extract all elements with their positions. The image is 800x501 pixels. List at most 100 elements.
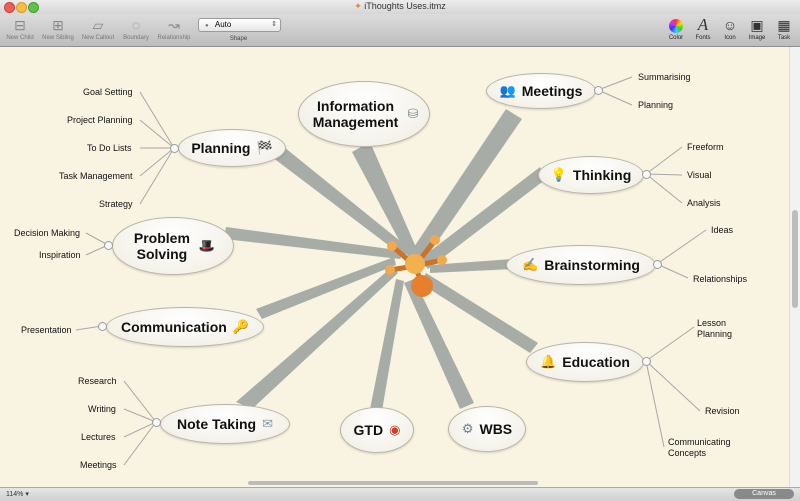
link-communicating-concepts xyxy=(645,360,665,448)
leaf-to-do-lists[interactable]: To Do Lists xyxy=(87,143,132,153)
collapse-problem-solving-toggle[interactable] xyxy=(104,241,113,250)
collapse-brainstorming-toggle[interactable] xyxy=(653,260,662,269)
node-communication-label: Communication xyxy=(121,319,227,335)
canvas-mode-label: Canvas xyxy=(752,490,776,497)
leaf-communicating-concepts-label: Communicating Concepts xyxy=(668,437,731,458)
leaf-writing-label: Writing xyxy=(88,404,116,414)
leaf-revision-label: Revision xyxy=(705,406,740,416)
mindmap-canvas[interactable]: Information Management ⛁ 👥 Meetings Summ… xyxy=(0,47,790,487)
leaf-summarising[interactable]: Summarising xyxy=(638,72,691,82)
link-meetings-note xyxy=(123,421,157,466)
node-thinking[interactable]: 💡 Thinking xyxy=(538,156,644,194)
node-information-management[interactable]: Information Management ⛁ xyxy=(298,81,430,147)
pencil-icon: ✍ xyxy=(522,257,539,272)
window-title: ✦ iThoughts Uses.itmz xyxy=(0,1,800,12)
leaf-summarising-label: Summarising xyxy=(638,72,691,82)
node-wbs[interactable]: ⚙ WBS xyxy=(448,406,526,452)
document-icon: ✦ xyxy=(354,1,362,11)
central-node[interactable] xyxy=(378,226,452,300)
leaf-decision-making[interactable]: Decision Making xyxy=(14,228,80,238)
leaf-freeform[interactable]: Freeform xyxy=(687,142,724,152)
new-callout-button[interactable]: ▱ New Callout xyxy=(78,16,118,41)
database-icon: ⛁ xyxy=(407,106,419,121)
node-thinking-label: Thinking xyxy=(572,167,632,183)
status-bar: 114% ▾ Canvas xyxy=(0,487,800,501)
leaf-lectures[interactable]: Lectures xyxy=(81,432,116,442)
node-planning[interactable]: Planning 🏁 xyxy=(178,129,286,167)
boundary-label: Boundary xyxy=(123,35,149,41)
leaf-research[interactable]: Research xyxy=(78,376,117,386)
new-callout-label: New Callout xyxy=(81,35,115,41)
node-education[interactable]: 🔔 Education xyxy=(526,342,644,382)
horizontal-scrollbar[interactable] xyxy=(0,480,790,487)
vertical-scroll-thumb[interactable] xyxy=(792,210,798,308)
leaf-planning-meetings[interactable]: Planning xyxy=(638,100,673,110)
link-revision xyxy=(645,360,701,412)
node-wbs-label: WBS xyxy=(479,421,513,437)
leaf-writing[interactable]: Writing xyxy=(88,404,116,414)
vertical-scrollbar[interactable] xyxy=(789,47,800,487)
updown-arrows-icon: ⇕ xyxy=(271,21,277,28)
leaf-project-planning-label: Project Planning xyxy=(67,115,133,125)
relationship-label: Relationship xyxy=(157,35,191,41)
boundary-button[interactable]: ◌ Boundary xyxy=(116,16,156,41)
leaf-communicating-concepts[interactable]: Communicating Concepts xyxy=(668,437,738,459)
leaf-strategy[interactable]: Strategy xyxy=(99,199,133,209)
people-icon: 👥 xyxy=(499,83,516,98)
collapse-education-toggle[interactable] xyxy=(642,357,651,366)
task-label: Task xyxy=(777,35,791,41)
node-problem-solving[interactable]: Problem Solving 🎩 xyxy=(112,217,234,275)
node-communication[interactable]: Communication 🔑 xyxy=(106,307,264,347)
chevron-down-icon: ▾ xyxy=(25,491,29,498)
link-project-planning xyxy=(139,119,175,149)
horizontal-scroll-thumb[interactable] xyxy=(248,481,538,485)
node-note-taking[interactable]: Note Taking ✉ xyxy=(160,404,290,444)
leaf-analysis[interactable]: Analysis xyxy=(687,198,721,208)
link-planning-meetings xyxy=(597,89,633,106)
leaf-lectures-label: Lectures xyxy=(81,432,116,442)
leaf-presentation[interactable]: Presentation xyxy=(21,325,72,335)
leaf-lesson-planning[interactable]: Lesson Planning xyxy=(697,318,737,340)
leaf-goal-setting-label: Goal Setting xyxy=(83,87,133,97)
shape-dropdown-value: Auto xyxy=(214,20,232,29)
new-child-icon: ⊟ xyxy=(14,17,26,33)
new-sibling-button[interactable]: ⊞ New Sibling xyxy=(38,16,78,41)
leaf-revision[interactable]: Revision xyxy=(705,406,740,416)
leaf-visual[interactable]: Visual xyxy=(687,170,711,180)
new-sibling-label: New Sibling xyxy=(42,35,74,41)
leaf-goal-setting[interactable]: Goal Setting xyxy=(83,87,133,97)
leaf-ideas[interactable]: Ideas xyxy=(711,225,733,235)
collapse-communication-toggle[interactable] xyxy=(98,322,107,331)
shape-label: Shape xyxy=(229,36,248,42)
window-title-text: iThoughts Uses.itmz xyxy=(364,1,446,11)
leaf-task-management-label: Task Management xyxy=(59,171,133,181)
collapse-planning-toggle[interactable] xyxy=(170,144,179,153)
title-bar: ✦ iThoughts Uses.itmz xyxy=(0,0,800,15)
leaf-meetings-note[interactable]: Meetings xyxy=(80,460,117,470)
node-gtd[interactable]: GTD ◉ xyxy=(340,407,414,453)
canvas-mode-button[interactable]: Canvas xyxy=(734,489,794,499)
collapse-meetings-toggle[interactable] xyxy=(594,86,603,95)
collapse-thinking-toggle[interactable] xyxy=(642,170,651,179)
link-visual xyxy=(645,173,683,176)
leaf-inspiration[interactable]: Inspiration xyxy=(39,250,81,260)
new-child-button[interactable]: ⊟ New Child xyxy=(0,16,40,41)
leaf-task-management[interactable]: Task Management xyxy=(59,171,133,181)
node-meetings-label: Meetings xyxy=(521,83,583,99)
target-icon: ◉ xyxy=(389,422,401,437)
leaf-relationships[interactable]: Relationships xyxy=(693,274,747,284)
zoom-value: 114% xyxy=(6,491,24,498)
collapse-note-taking-toggle[interactable] xyxy=(152,418,161,427)
leaf-project-planning[interactable]: Project Planning xyxy=(67,115,133,125)
node-note-taking-label: Note Taking xyxy=(177,416,257,432)
task-button[interactable]: ▦ Task xyxy=(764,16,800,41)
zoom-control[interactable]: 114% ▾ xyxy=(6,490,29,498)
new-sibling-icon: ⊞ xyxy=(52,17,64,33)
leaf-to-do-lists-label: To Do Lists xyxy=(87,143,132,153)
node-meetings[interactable]: 👥 Meetings xyxy=(486,73,596,109)
key-icon: 🔑 xyxy=(232,319,249,334)
node-brainstorming[interactable]: ✍ Brainstorming xyxy=(506,245,656,285)
shape-dropdown[interactable]: ● Auto ⇕ xyxy=(198,18,281,32)
relationship-button[interactable]: ↝ Relationship xyxy=(154,16,194,41)
node-problem-solving-label: Problem Solving xyxy=(133,230,190,262)
